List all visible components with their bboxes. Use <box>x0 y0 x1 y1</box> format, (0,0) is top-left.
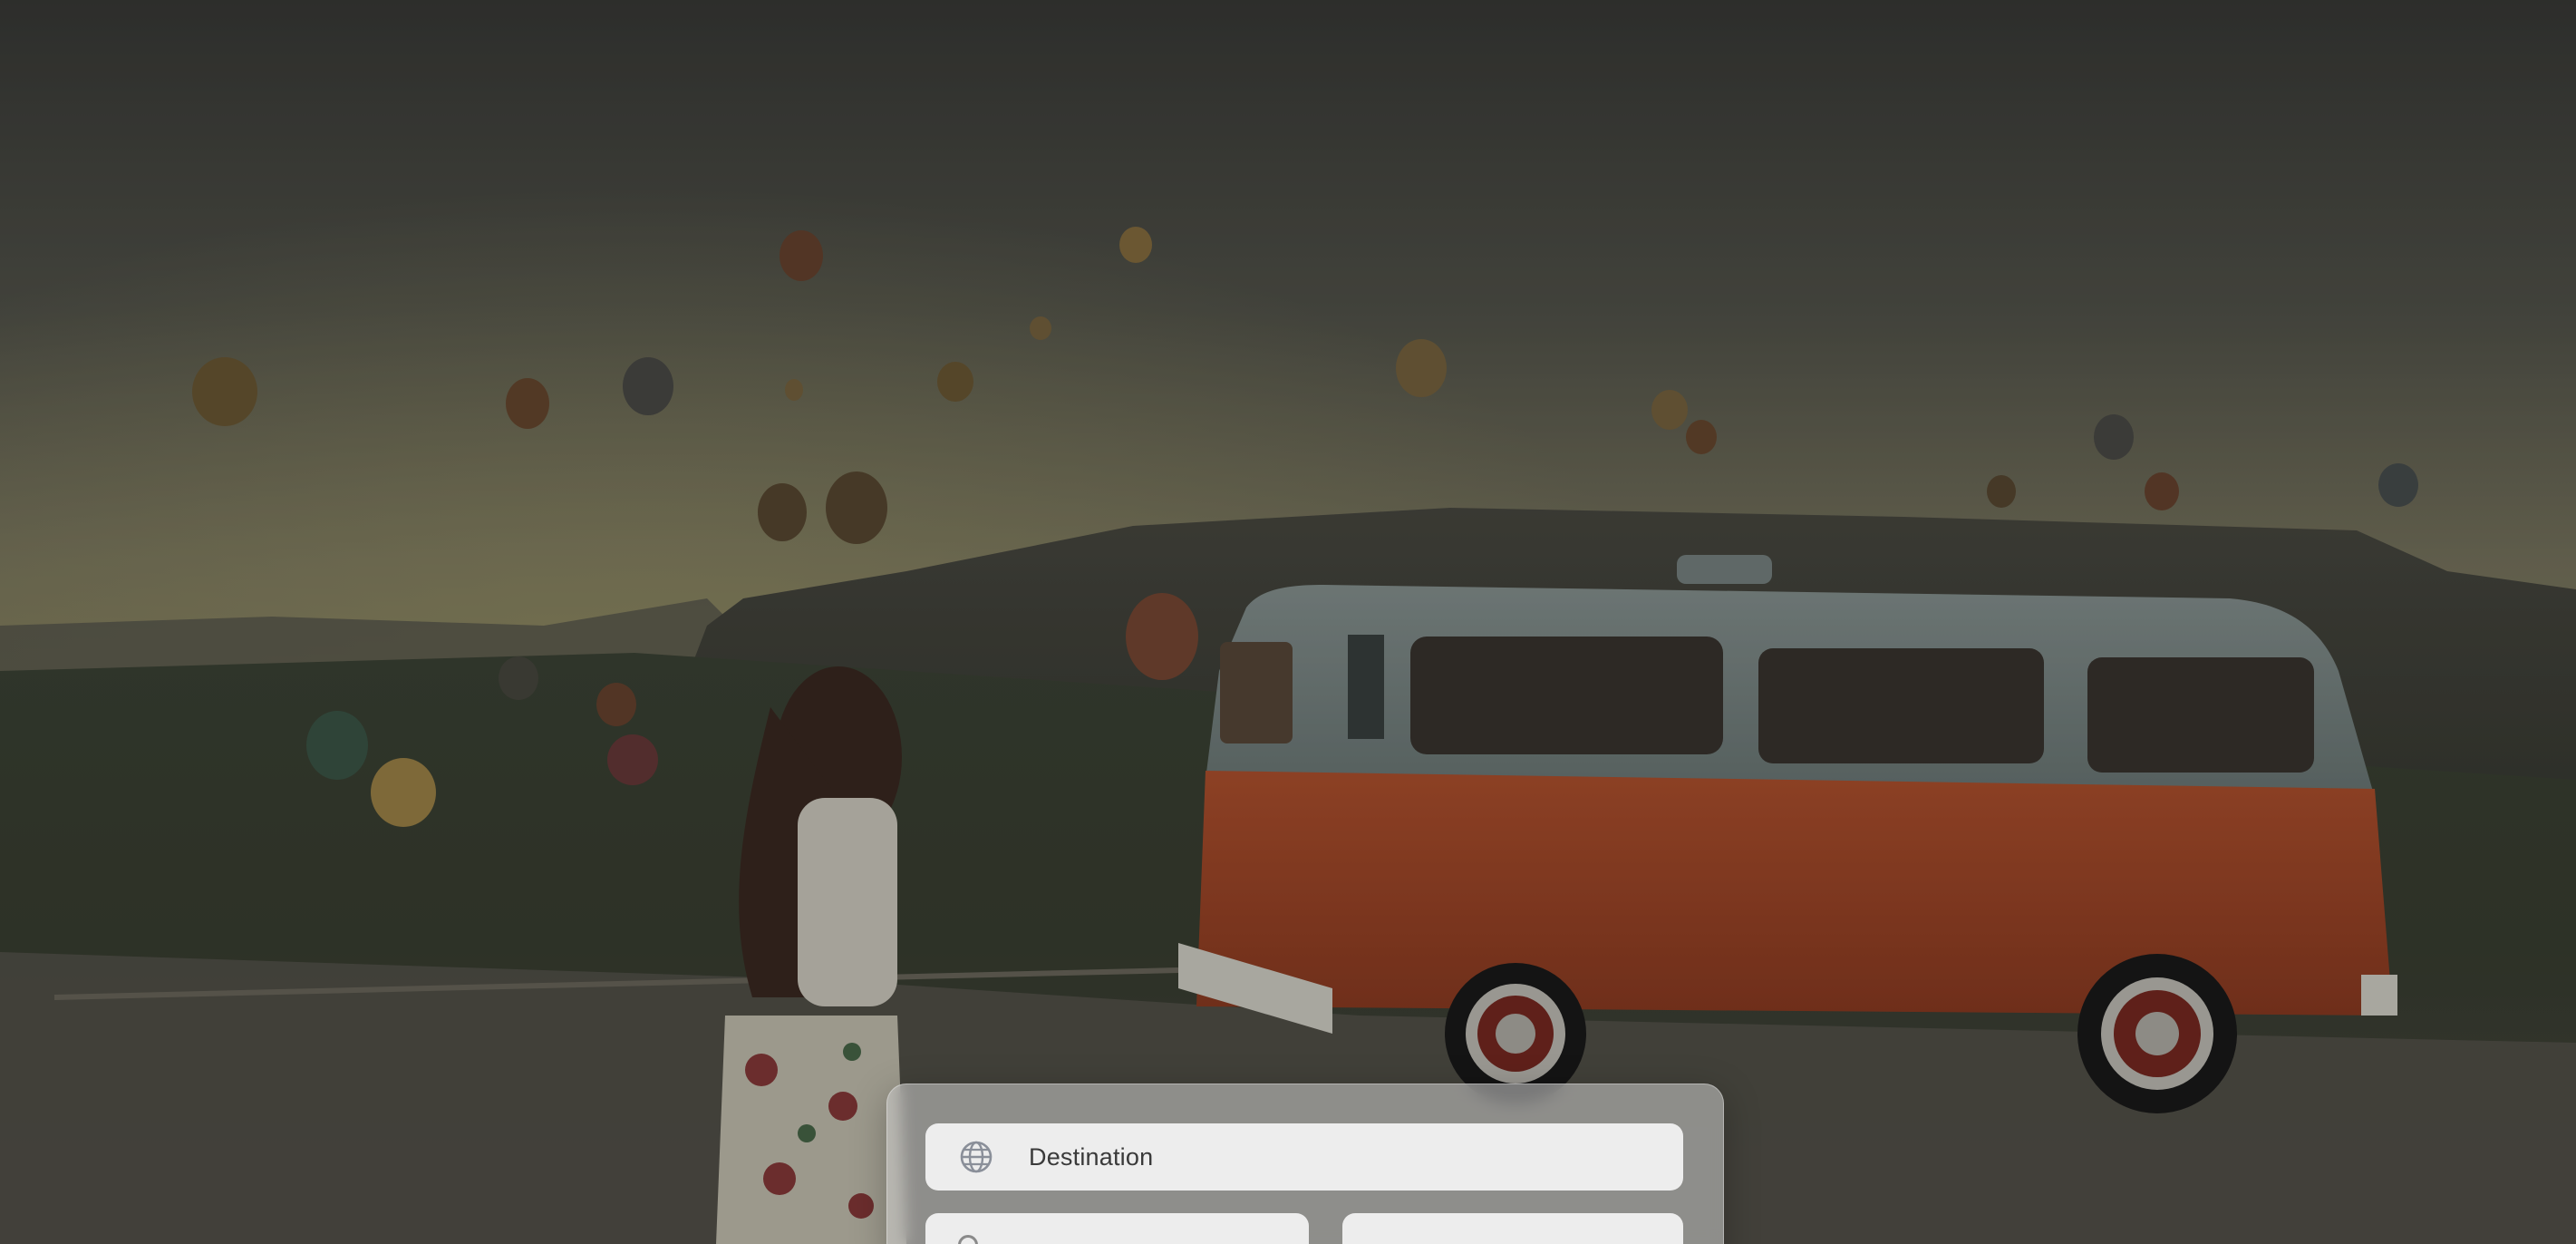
globe-icon <box>960 1141 993 1173</box>
calendar-icon <box>958 1235 978 1244</box>
travel-booking-page: Destination <box>0 0 2576 1244</box>
search-panel: Destination <box>886 1084 1724 1244</box>
destination-placeholder: Destination <box>1029 1142 1154 1171</box>
destination-input[interactable]: Destination <box>925 1123 1683 1191</box>
checkin-date-field[interactable] <box>925 1213 1309 1244</box>
checkout-date-field[interactable] <box>1342 1213 1683 1244</box>
hero-background-image <box>0 0 2576 1244</box>
